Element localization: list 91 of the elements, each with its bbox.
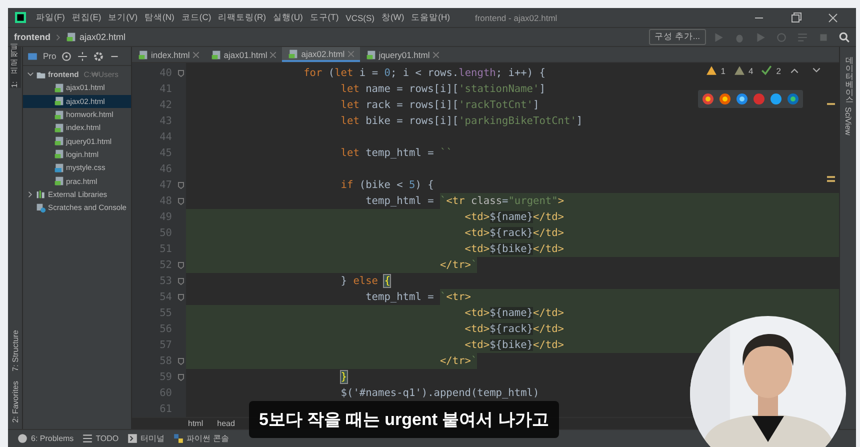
check-icon[interactable] (761, 65, 772, 76)
code-line: for (let i = 0; i < rows.length; i++) { (302, 66, 546, 82)
menu-item[interactable]: VCS(S) (346, 12, 374, 22)
inspection-count[interactable]: 1 (720, 66, 726, 76)
browser-icon[interactable] (736, 93, 748, 106)
terminal-icon (126, 433, 138, 444)
breadcrumb-item[interactable]: ajax02.html (80, 32, 126, 42)
info-icon (17, 433, 28, 444)
menu-item[interactable]: 리팩토링(R) (218, 12, 266, 24)
project-tool-tab[interactable]: 1: 프로젝트 (10, 47, 20, 88)
menu-item[interactable]: 편집(E) (72, 12, 102, 24)
close-icon[interactable] (432, 52, 439, 58)
menu-item[interactable]: 탐색(N) (144, 12, 174, 24)
editor-tab[interactable]: jquery01.html (360, 47, 445, 62)
subtitle: 5보다 작을 때는 urgent 붙여서 나가고 (249, 401, 559, 438)
restore-icon[interactable] (789, 10, 803, 24)
editor-tab[interactable]: ajax01.html (204, 47, 282, 62)
css-file-icon (54, 162, 64, 173)
html-file-icon (54, 82, 64, 93)
code-line: let rack = rows[i]['rackTotCnt'] (340, 98, 540, 114)
breadcrumb-item[interactable]: frontend (14, 32, 50, 42)
html-file-icon (210, 50, 221, 60)
html-file-icon (54, 136, 64, 146)
html-file-icon (366, 50, 376, 60)
html-file-icon (288, 48, 298, 59)
window-icon (27, 50, 38, 62)
browser-icon[interactable] (719, 93, 731, 106)
project-view-dropdown[interactable]: Pro (43, 51, 56, 61)
tool-window-tab[interactable]: 터미널 (126, 433, 165, 444)
favorites-tool-tab[interactable]: 2: Favorites (10, 381, 20, 423)
code-line: } else { (340, 274, 390, 290)
menu-item[interactable]: 창(W) (381, 12, 404, 24)
fold-marker-icon[interactable] (178, 70, 184, 77)
tool-window-tab[interactable]: TODO (80, 433, 119, 444)
scratch-icon (36, 202, 46, 213)
html-file-icon (54, 96, 64, 106)
html-file-icon (54, 149, 64, 160)
structure-tool-tab[interactable]: 7: Structure (10, 330, 20, 372)
python-icon (172, 433, 184, 444)
window-title: frontend - ajax02.html (474, 12, 558, 22)
html-file-icon (54, 122, 64, 133)
folder-icon (36, 70, 46, 80)
fold-marker-icon[interactable] (178, 182, 184, 189)
menu-item[interactable]: 도움말(H) (411, 12, 450, 24)
html-file-icon (54, 110, 64, 120)
app-logo-icon (15, 12, 26, 23)
code-line: let name = rows[i]['stationName'] (340, 82, 546, 98)
browser-icon[interactable] (770, 93, 782, 106)
html-file-icon (66, 32, 76, 42)
settings-icon[interactable] (93, 50, 104, 62)
inspection-count[interactable]: 2 (776, 66, 781, 76)
html-file-icon (138, 50, 148, 60)
fold-marker-icon[interactable] (178, 262, 184, 269)
chevron-right-icon (54, 34, 62, 40)
menu-item[interactable]: 파일(F) (36, 12, 65, 24)
fold-marker-icon[interactable] (178, 198, 184, 205)
code-line: $('#names-q1').append(temp_html) (340, 386, 540, 402)
menu-item[interactable]: 보기(V) (108, 12, 138, 24)
fold-marker-icon[interactable] (178, 358, 184, 365)
search-icon[interactable] (839, 32, 850, 42)
breadcrumb-item[interactable]: head (217, 419, 235, 428)
code-line: let bike = rows[i]['parkingBikeTotCnt'] (340, 114, 583, 130)
run-config-button[interactable]: 구성 추가... (648, 29, 706, 45)
tool-window-tab[interactable]: 6: Problems (16, 433, 74, 444)
tool-window-tab[interactable]: 파이썬 콘솔 (172, 433, 229, 444)
html-file-icon (54, 176, 64, 186)
close-icon[interactable] (270, 52, 276, 58)
library-icon (36, 189, 46, 200)
menu-item[interactable]: 코드(C) (181, 12, 212, 24)
fold-marker-icon[interactable] (178, 374, 184, 381)
breadcrumb-item[interactable]: html (188, 419, 204, 428)
menu-item[interactable]: 실행(U) (272, 12, 303, 24)
code-line: if (bike < 5) { (340, 178, 434, 194)
target-icon[interactable] (61, 50, 72, 62)
inspection-count[interactable]: 4 (748, 66, 754, 76)
code-line: let temp_html = `` (340, 146, 452, 162)
list-icon (82, 433, 93, 444)
browser-icon[interactable] (702, 93, 714, 106)
fold-marker-icon[interactable] (178, 294, 184, 301)
tool-window-tab[interactable]: SciView (844, 107, 852, 136)
collapse-icon[interactable] (77, 50, 88, 62)
close-icon[interactable] (192, 52, 199, 58)
editor-tab[interactable]: index.html (132, 47, 205, 62)
chevron-down-icon[interactable] (27, 71, 34, 78)
menu-item[interactable]: 도구(T) (310, 12, 339, 24)
close-icon[interactable] (826, 10, 840, 24)
tool-window-tab[interactable]: 데이터베이스 (842, 51, 854, 99)
chevron-right-icon[interactable] (27, 190, 34, 198)
editor-tab[interactable]: ajax02.html (282, 47, 360, 62)
fold-marker-icon[interactable] (178, 278, 184, 285)
browser-icon[interactable] (787, 93, 799, 106)
